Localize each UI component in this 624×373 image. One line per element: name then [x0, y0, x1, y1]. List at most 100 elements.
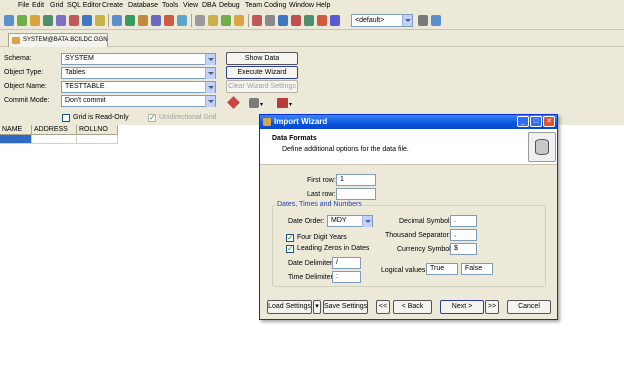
menu-tools[interactable]: Tools — [162, 2, 178, 9]
sql-editor-icon[interactable] — [17, 15, 27, 26]
last-row-input[interactable] — [336, 188, 376, 200]
dialog-title: Import Wizard — [274, 117, 328, 126]
next-button[interactable]: Next > — [440, 300, 484, 314]
session-browser-icon[interactable] — [69, 15, 79, 26]
new-connection-icon[interactable] — [4, 15, 14, 26]
close-icon[interactable]: ✕ — [543, 116, 555, 127]
load-settings-button[interactable]: Load Settings — [267, 300, 312, 314]
menu-edit[interactable]: Edit — [32, 2, 44, 9]
unidirectional-grid-checkbox[interactable] — [148, 113, 156, 122]
dialog-title-bar[interactable]: Import Wizard _ □ ✕ — [260, 115, 557, 129]
user-icon[interactable] — [291, 15, 301, 26]
database-icon[interactable] — [278, 15, 288, 26]
commit-mode-select[interactable]: Don't commit — [61, 95, 216, 107]
time-delimiter-input[interactable]: : — [332, 271, 361, 283]
menu-window[interactable]: Window — [289, 2, 314, 9]
logical-true-input[interactable]: True — [426, 263, 458, 275]
cancel-button[interactable]: Cancel — [507, 300, 551, 314]
chevron-down-icon[interactable]: ▾ — [260, 101, 263, 108]
job-manager-icon[interactable] — [221, 15, 231, 26]
chevron-down-icon[interactable] — [205, 54, 215, 65]
section-subtitle: Define additional options for the data f… — [282, 146, 409, 153]
back-button[interactable]: < Back — [393, 300, 432, 314]
schema-select[interactable]: SYSTEM — [61, 53, 216, 65]
script-manager-icon[interactable] — [208, 15, 218, 26]
execute-wizard-button[interactable]: Execute Wizard — [226, 66, 298, 79]
column-header-name[interactable]: NAME — [0, 125, 32, 135]
grid-cell[interactable] — [77, 135, 118, 144]
gear-icon[interactable] — [265, 15, 275, 26]
last-page-button[interactable]: >> — [485, 300, 499, 314]
menu-database[interactable]: Database — [128, 2, 158, 9]
disconnect-icon[interactable] — [330, 15, 340, 26]
column-header-rollno[interactable]: ROLLNO — [77, 125, 118, 135]
object-name-label: Object Name: — [4, 83, 47, 90]
tuning-icon[interactable] — [138, 15, 148, 26]
logical-false-input[interactable]: False — [461, 263, 493, 275]
sql-modeler-icon[interactable] — [82, 15, 92, 26]
minimize-icon[interactable]: _ — [517, 116, 529, 127]
chevron-down-icon[interactable] — [362, 216, 372, 227]
object-type-select[interactable]: Tables — [61, 67, 216, 79]
menu-team-coding[interactable]: Team Coding — [245, 2, 286, 9]
date-order-select[interactable]: MDY — [327, 215, 373, 227]
stop-icon[interactable] — [252, 15, 262, 26]
chevron-down-icon[interactable] — [205, 82, 215, 93]
menu-view[interactable]: View — [183, 2, 198, 9]
toggle-icon[interactable] — [418, 15, 428, 26]
unidirectional-grid-label: Unidirectional Grid — [159, 114, 217, 121]
maximize-icon[interactable]: □ — [530, 116, 542, 127]
leading-zeros-checkbox[interactable] — [286, 244, 294, 253]
column-header-address[interactable]: ADDRESS — [32, 125, 77, 135]
explain-plan-icon[interactable] — [125, 15, 135, 26]
menu-grid[interactable]: Grid — [50, 2, 63, 9]
menu-dba[interactable]: DBA — [202, 2, 216, 9]
tkprof-icon[interactable] — [151, 15, 161, 26]
chevron-down-icon[interactable]: ▾ — [289, 101, 292, 108]
filter-icon[interactable] — [277, 98, 288, 108]
help-icon[interactable] — [431, 15, 441, 26]
chevron-down-icon[interactable] — [205, 96, 215, 107]
grid-cell-selected[interactable] — [0, 135, 32, 144]
chevron-down-icon[interactable] — [402, 15, 412, 26]
grid-readonly-checkbox[interactable] — [62, 114, 70, 122]
first-row-input[interactable]: 1 — [336, 174, 376, 186]
rollback-icon[interactable] — [317, 15, 327, 26]
import-icon[interactable] — [177, 15, 187, 26]
date-order-label: Date Order: — [288, 218, 325, 225]
menu-create[interactable]: Create — [102, 2, 123, 9]
menu-debug[interactable]: Debug — [219, 2, 240, 9]
menu-help[interactable]: Help — [316, 2, 330, 9]
schema-browser-icon[interactable] — [30, 15, 40, 26]
menu-sql-editor[interactable]: SQL Editor — [67, 2, 101, 9]
export-icon[interactable] — [164, 15, 174, 26]
section-title: Data Formats — [272, 135, 317, 142]
show-data-button[interactable]: Show Data — [226, 52, 298, 65]
data-grid-icon[interactable] — [43, 15, 53, 26]
compare-icon[interactable] — [195, 15, 205, 26]
decimal-symbol-input[interactable]: . — [450, 215, 477, 227]
procedure-editor-icon[interactable] — [56, 15, 66, 26]
session-tab[interactable]: SYSTEM@BATA.BCILDC.GGN — [8, 33, 108, 47]
object-name-select[interactable]: TESTTABLE — [61, 81, 216, 93]
load-settings-menu-button[interactable]: ▾ — [313, 300, 321, 314]
grid-cell[interactable] — [32, 135, 77, 144]
schema-label: Schema: — [4, 55, 32, 62]
first-page-button[interactable]: << — [376, 300, 390, 314]
report-icon[interactable] — [95, 15, 105, 26]
thousand-separator-input[interactable]: , — [450, 229, 477, 241]
folder-icon[interactable] — [234, 15, 244, 26]
hammer-icon[interactable] — [227, 96, 240, 109]
menu-file[interactable]: File — [18, 2, 29, 9]
gear-icon[interactable] — [249, 98, 259, 108]
clear-wizard-settings-button[interactable]: Clear Wizard Settings — [226, 80, 298, 93]
save-settings-button[interactable]: Save Settings — [323, 300, 368, 314]
connection-select[interactable]: <default> — [351, 14, 413, 27]
date-delimiter-input[interactable]: / — [332, 257, 361, 269]
monitor-icon[interactable] — [112, 15, 122, 26]
leading-zeros-label: Leading Zeros in Dates — [297, 245, 370, 252]
commit-icon[interactable] — [304, 15, 314, 26]
currency-symbol-input[interactable]: $ — [450, 243, 477, 255]
chevron-down-icon[interactable] — [205, 68, 215, 79]
four-digit-years-checkbox[interactable] — [286, 233, 294, 242]
